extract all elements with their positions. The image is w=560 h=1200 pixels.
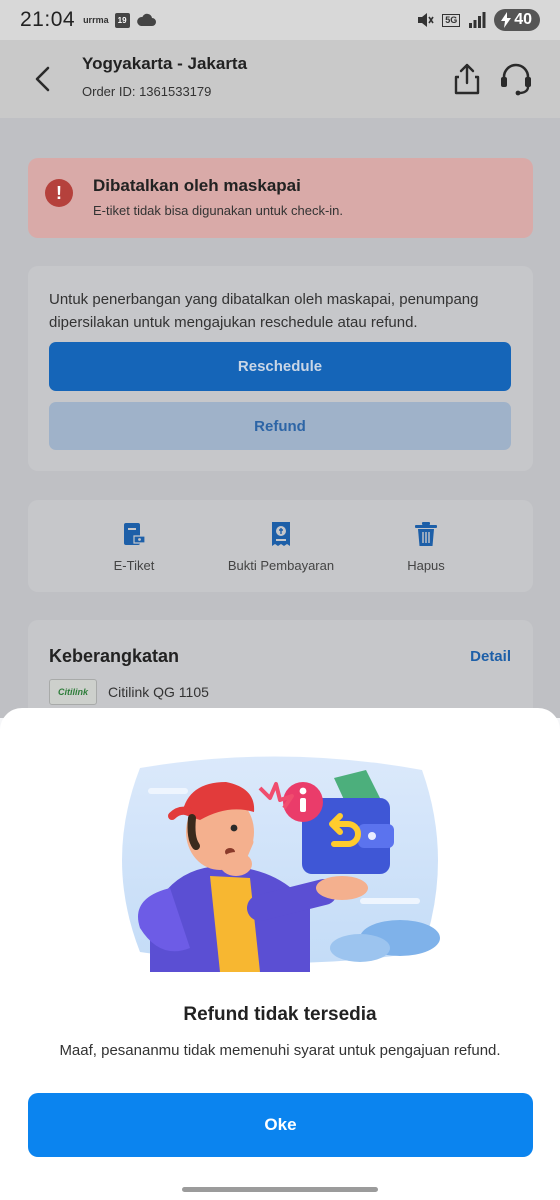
confused-person-wallet-illustration bbox=[122, 756, 440, 972]
payment-proof-action[interactable]: Bukti Pembayaran bbox=[221, 520, 341, 573]
battery-level: 40 bbox=[514, 11, 532, 28]
battery-indicator: 40 bbox=[494, 9, 540, 31]
order-detail-content: ! Dibatalkan oleh maskapai E-tiket tidak… bbox=[0, 118, 560, 730]
home-indicator[interactable] bbox=[182, 1187, 378, 1192]
cancellation-alert: ! Dibatalkan oleh maskapai E-tiket tidak… bbox=[28, 158, 533, 238]
refund-button[interactable]: Refund bbox=[49, 402, 511, 450]
reschedule-button[interactable]: Reschedule bbox=[49, 342, 511, 391]
airline-logo: Citilink bbox=[49, 679, 97, 705]
actions-card: E-Tiket Bukti Pembayaran Hapus bbox=[28, 500, 533, 592]
cancellation-message: Untuk penerbangan yang dibatalkan oleh m… bbox=[49, 291, 479, 331]
network-type-icon: 5G bbox=[442, 13, 461, 27]
cloud-icon bbox=[136, 13, 156, 26]
notification-app-icon: urrma bbox=[83, 15, 109, 25]
trash-icon bbox=[415, 522, 437, 546]
delete-action[interactable]: Hapus bbox=[393, 520, 459, 573]
departure-title: Keberangkatan bbox=[49, 646, 180, 666]
calendar-icon: 19 bbox=[114, 12, 130, 28]
ticket-icon bbox=[124, 523, 146, 545]
status-bar: 21:04 urrma 19 5G 40 bbox=[0, 0, 560, 40]
charging-bolt-icon bbox=[501, 12, 512, 28]
e-ticket-action[interactable]: E-Tiket bbox=[91, 520, 177, 573]
back-arrow-icon[interactable] bbox=[30, 64, 56, 94]
action-label: Bukti Pembayaran bbox=[227, 558, 335, 573]
sheet-title: Refund tidak tersedia bbox=[183, 1004, 377, 1025]
mute-icon bbox=[418, 13, 434, 27]
share-icon[interactable] bbox=[452, 62, 482, 96]
alert-subtitle: E-tiket tidak bisa digunakan untuk check… bbox=[93, 203, 344, 218]
app-header: Yogyakarta - Jakarta Order ID: 136153317… bbox=[0, 40, 560, 118]
departure-detail-link[interactable]: Detail bbox=[470, 648, 511, 665]
action-label: Hapus bbox=[407, 558, 445, 573]
action-label: E-Tiket bbox=[113, 558, 155, 573]
page-title: Yogyakarta - Jakarta bbox=[82, 54, 248, 73]
alert-icon: ! bbox=[45, 179, 73, 207]
refund-unavailable-sheet: Refund tidak tersedia Maaf, pesananmu ti… bbox=[0, 708, 560, 1200]
signal-icon bbox=[469, 12, 486, 28]
flight-number: Citilink QG 1105 bbox=[108, 684, 209, 700]
sheet-message: Maaf, pesananmu tidak memenuhi syarat un… bbox=[59, 1042, 501, 1059]
cancellation-options-card: Untuk penerbangan yang dibatalkan oleh m… bbox=[28, 266, 533, 471]
oke-button[interactable]: Oke bbox=[28, 1093, 533, 1157]
status-time: 21:04 bbox=[20, 8, 76, 31]
receipt-icon bbox=[272, 522, 290, 546]
customer-support-icon[interactable] bbox=[498, 62, 534, 96]
order-id: Order ID: 1361533179 bbox=[82, 84, 212, 99]
alert-title: Dibatalkan oleh maskapai bbox=[93, 176, 301, 195]
